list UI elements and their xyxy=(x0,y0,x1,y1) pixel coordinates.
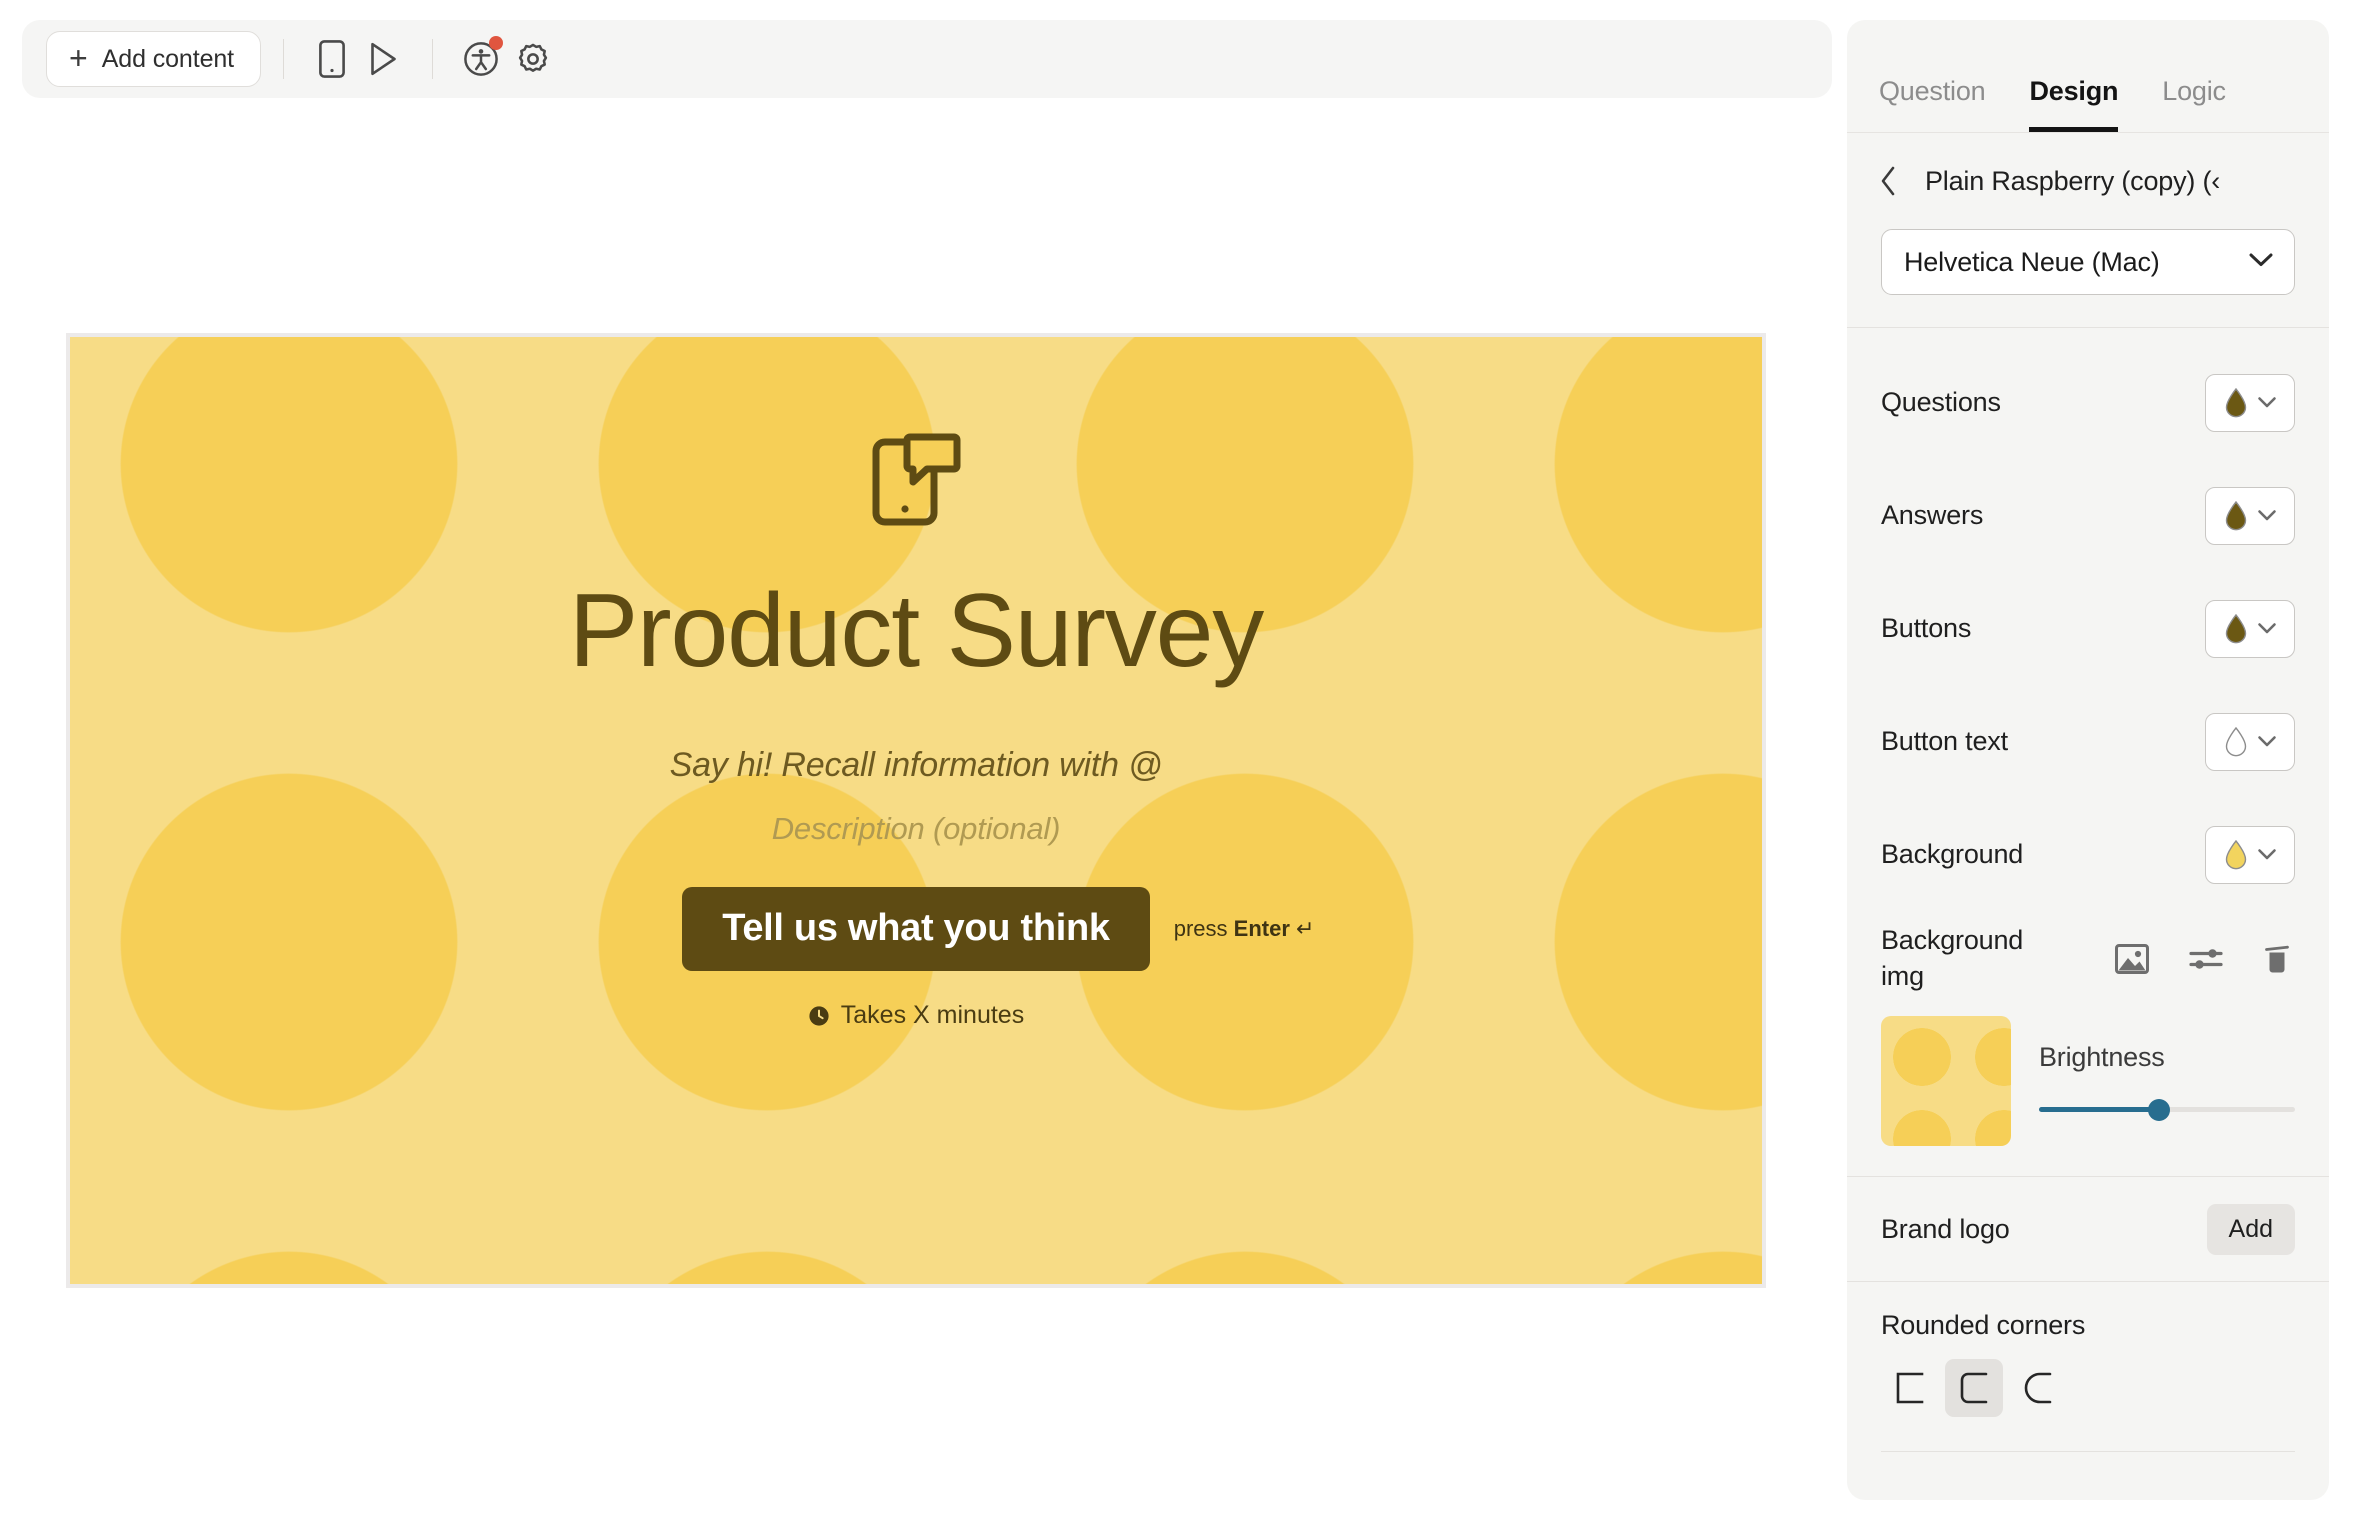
brightness-label: Brightness xyxy=(2039,1041,2165,1072)
tab-logic[interactable]: Logic xyxy=(2162,76,2226,132)
color-row-label: Buttons xyxy=(1881,613,1972,643)
font-select-wrapper: Helvetica Neue (Mac) xyxy=(1847,229,2329,327)
add-brand-logo-button[interactable]: Add xyxy=(2206,1203,2295,1255)
background-image-body: Brightness xyxy=(1881,1016,2295,1176)
color-row-questions: Questions xyxy=(1881,346,2295,459)
background-color-picker[interactable] xyxy=(2205,825,2295,884)
press-enter-hint: press Enter ↵ xyxy=(1174,916,1315,942)
rounded-corners-label: Rounded corners xyxy=(1881,1310,2086,1341)
press-enter-key: Enter xyxy=(1233,916,1290,942)
survey-title[interactable]: Product Survey xyxy=(569,576,1264,686)
background-image-header: Background img xyxy=(1881,923,2295,994)
color-row-label: Button text xyxy=(1881,726,2008,756)
survey-content: Product Survey Say hi! Recall informatio… xyxy=(70,337,1762,1284)
plus-icon: + xyxy=(69,39,88,76)
questions-color-picker[interactable] xyxy=(2205,373,2295,432)
background-image-label: Background img xyxy=(1881,925,2024,991)
theme-header-row: Plain Raspberry (copy) (‹ xyxy=(1847,133,2329,229)
font-family-value: Helvetica Neue (Mac) xyxy=(1904,246,2160,277)
play-preview-icon xyxy=(369,42,399,76)
droplet-icon xyxy=(2223,613,2249,645)
button-text-color-picker[interactable] xyxy=(2205,712,2295,771)
mobile-preview-icon xyxy=(319,40,345,78)
survey-subtitle[interactable]: Say hi! Recall information with @ xyxy=(670,746,1163,785)
design-side-panel: Question Design Logic Plain Raspberry (c… xyxy=(1847,20,2329,1500)
droplet-icon xyxy=(2223,839,2249,871)
adjust-sliders-icon[interactable] xyxy=(2189,946,2223,972)
chevron-down-icon xyxy=(2257,848,2277,861)
color-row-answers: Answers xyxy=(1881,459,2295,572)
chevron-down-icon xyxy=(2257,622,2277,635)
image-icon[interactable] xyxy=(2115,943,2149,974)
notification-dot xyxy=(489,36,504,50)
slider-fill xyxy=(2039,1106,2160,1112)
play-preview-button[interactable] xyxy=(358,33,410,85)
panel-tabs: Question Design Logic xyxy=(1847,20,2329,133)
survey-cta-button[interactable]: Tell us what you think xyxy=(682,887,1150,972)
clock-icon xyxy=(808,1005,830,1027)
answers-color-picker[interactable] xyxy=(2205,486,2295,545)
color-settings-list: Questions Answers Buttons Button text Ba… xyxy=(1847,328,2329,917)
panel-divider-bottom xyxy=(1881,1451,2295,1453)
accessibility-button[interactable] xyxy=(455,33,507,85)
mobile-preview-button[interactable] xyxy=(306,33,358,85)
background-image-thumbnail[interactable] xyxy=(1881,1016,2011,1147)
tab-design[interactable]: Design xyxy=(2029,76,2118,132)
color-row-buttons: Buttons xyxy=(1881,572,2295,685)
theme-name-label[interactable]: Plain Raspberry (copy) (‹ xyxy=(1925,166,2220,197)
press-enter-prefix: press xyxy=(1173,916,1234,942)
trash-icon[interactable] xyxy=(2263,943,2291,975)
droplet-icon xyxy=(2223,500,2249,532)
enter-arrow-icon: ↵ xyxy=(1296,916,1315,942)
droplet-icon xyxy=(2223,387,2249,419)
add-content-label: Add content xyxy=(101,44,235,73)
background-image-section: Background img Brightness xyxy=(1847,917,2329,1176)
chevron-down-icon xyxy=(2248,252,2274,273)
buttons-color-picker[interactable] xyxy=(2205,599,2295,658)
brightness-control: Brightness xyxy=(2039,1042,2295,1121)
toolbar-divider-2 xyxy=(432,39,434,79)
takes-minutes-label: Takes X minutes xyxy=(840,1001,1025,1030)
app-root: + Add content Product Survey Say hi! Rec… xyxy=(0,0,2356,1534)
tab-question[interactable]: Question xyxy=(1879,76,1986,132)
rounded-corners-options xyxy=(1881,1359,2295,1418)
brand-logo-label: Brand logo xyxy=(1881,1213,2010,1244)
phone-message-icon xyxy=(864,427,968,535)
brand-logo-row: Brand logo Add xyxy=(1847,1177,2329,1281)
takes-minutes-row: Takes X minutes xyxy=(808,1001,1024,1030)
brightness-slider[interactable] xyxy=(2039,1098,2295,1121)
toolbar-divider-1 xyxy=(283,39,285,79)
color-row-label: Questions xyxy=(1881,387,2001,417)
slider-knob[interactable] xyxy=(2148,1098,2171,1121)
corner-slightly-rounded-icon[interactable] xyxy=(1945,1359,2003,1418)
add-content-button[interactable]: + Add content xyxy=(46,31,262,87)
chevron-down-icon xyxy=(2257,509,2277,522)
chevron-down-icon xyxy=(2257,396,2277,409)
font-family-select[interactable]: Helvetica Neue (Mac) xyxy=(1881,229,2295,295)
rounded-corners-section: Rounded corners xyxy=(1847,1282,2329,1418)
droplet-icon xyxy=(2223,726,2249,758)
background-image-actions xyxy=(2115,943,2295,975)
survey-description-placeholder[interactable]: Description (optional) xyxy=(772,811,1061,847)
corner-square-icon[interactable] xyxy=(1881,1359,1939,1417)
color-row-label: Background xyxy=(1881,839,2024,869)
cta-row: Tell us what you think press Enter ↵ xyxy=(682,887,1314,972)
corner-fully-rounded-icon[interactable] xyxy=(2009,1359,2067,1417)
color-row-label: Answers xyxy=(1881,500,1984,530)
chevron-down-icon xyxy=(2257,735,2277,748)
color-row-background: Background xyxy=(1881,798,2295,911)
survey-preview-canvas[interactable]: Product Survey Say hi! Recall informatio… xyxy=(66,333,1766,1288)
settings-button[interactable] xyxy=(507,33,559,85)
gear-icon xyxy=(515,41,551,77)
color-row-button-text: Button text xyxy=(1881,685,2295,798)
chevron-left-icon[interactable] xyxy=(1873,166,1903,196)
top-toolbar: + Add content xyxy=(22,20,1832,98)
